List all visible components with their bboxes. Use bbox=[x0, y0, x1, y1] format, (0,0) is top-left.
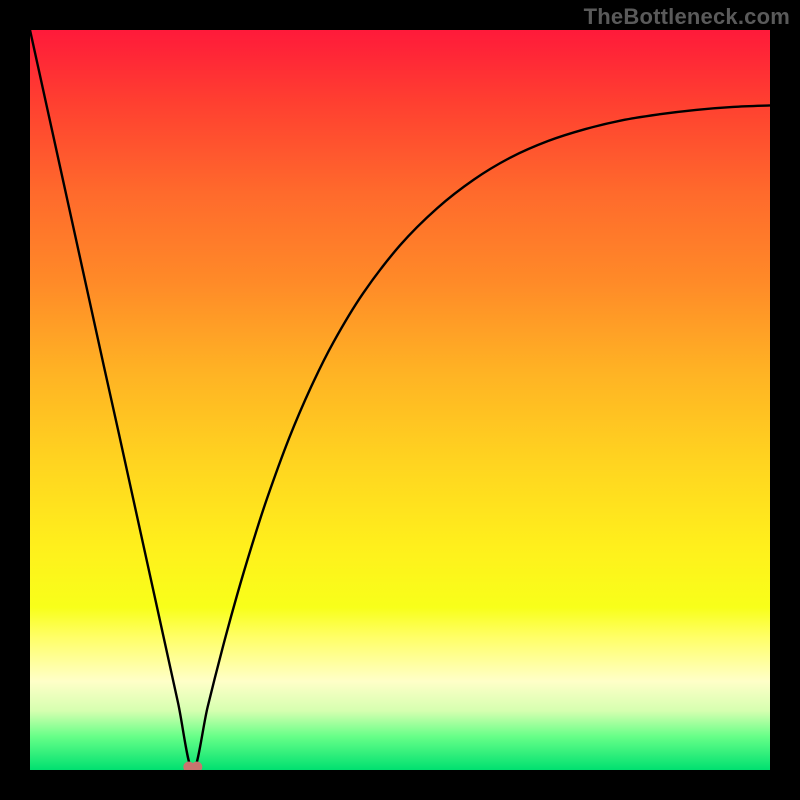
chart-frame: TheBottleneck.com bbox=[0, 0, 800, 800]
curve-line bbox=[30, 30, 770, 770]
watermark-text: TheBottleneck.com bbox=[584, 4, 790, 30]
minimum-marker bbox=[183, 762, 202, 771]
plot-area bbox=[30, 30, 770, 770]
bottleneck-curve bbox=[30, 30, 770, 770]
